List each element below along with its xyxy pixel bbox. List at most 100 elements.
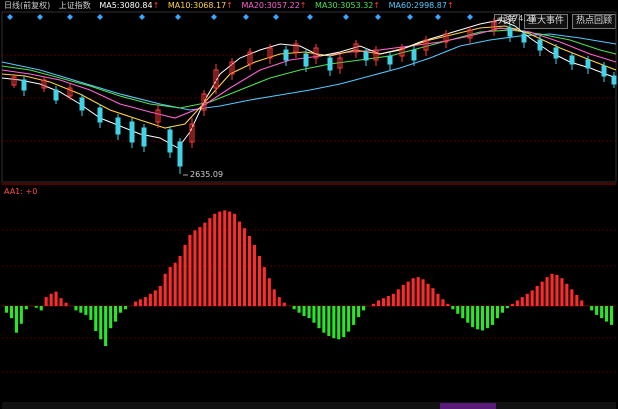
histogram-bar (545, 277, 549, 306)
histogram-bar (74, 306, 78, 311)
histogram-bar (381, 298, 385, 306)
histogram-bar (386, 296, 390, 306)
histogram-bar (337, 306, 341, 340)
histogram-bar (312, 306, 316, 323)
histogram-bar (347, 306, 351, 332)
indicator-name: AA1: +0 (4, 187, 38, 196)
histogram-bar (168, 267, 172, 306)
histogram-bar (406, 281, 410, 306)
selection-highlight[interactable] (440, 403, 496, 409)
histogram-bar (14, 306, 18, 333)
histogram-bar (262, 267, 266, 306)
histogram-bar (486, 306, 490, 329)
histogram-bar (491, 306, 495, 325)
histogram-bar (570, 289, 574, 306)
histogram-bar (565, 283, 569, 306)
histogram-bar (411, 278, 415, 306)
histogram-bar (99, 306, 103, 340)
histogram-bar (143, 297, 147, 306)
histogram-bar (391, 293, 395, 306)
event-marker-8 (243, 14, 249, 20)
histogram-bar (515, 300, 519, 306)
histogram-bar (605, 306, 609, 322)
event-marker-2 (37, 14, 43, 20)
histogram-bar (188, 234, 192, 306)
histogram-bar (595, 306, 599, 315)
histogram-bar (505, 306, 509, 309)
histogram-bar (292, 306, 296, 310)
histogram-bar (54, 291, 58, 306)
histogram-bar (124, 306, 128, 310)
event-marker-6 (175, 14, 181, 20)
event-marker-1 (7, 14, 13, 20)
event-marker-9 (273, 14, 279, 20)
aa1-histogram (4, 210, 614, 346)
histogram-bar (376, 300, 380, 306)
histogram-bar (163, 273, 167, 306)
histogram-bar (302, 306, 306, 316)
event-markers (7, 14, 473, 20)
low-price-label: 2635.09 (190, 170, 224, 179)
histogram-bar (4, 306, 8, 313)
histogram-bar (580, 300, 584, 306)
histogram-bar (451, 306, 455, 310)
histogram-bar (9, 306, 13, 319)
histogram-bar (332, 306, 336, 339)
histogram-bar (416, 277, 420, 306)
event-marker-5 (139, 14, 145, 20)
histogram-bar (44, 297, 48, 306)
histogram-bar (183, 244, 187, 306)
histogram-bar (317, 306, 321, 329)
histogram-bar (550, 273, 554, 306)
histogram-bar (456, 306, 460, 314)
histogram-bar (500, 306, 504, 313)
histogram-bar (520, 297, 524, 306)
histogram-bar (436, 293, 440, 306)
histogram-bar (362, 306, 366, 311)
histogram-bar (84, 306, 88, 315)
histogram-bar (198, 227, 202, 306)
histogram-bar (357, 306, 361, 318)
histogram-bar (243, 228, 247, 306)
indicator-grid (2, 229, 616, 373)
histogram-bar (223, 210, 227, 306)
histogram-bar (272, 289, 276, 306)
histogram-bar (441, 299, 445, 306)
histogram-bar (426, 283, 430, 306)
histogram-bar (510, 303, 514, 306)
histogram-bar (64, 302, 68, 306)
histogram-bar (396, 289, 400, 306)
event-marker-7 (211, 14, 217, 20)
histogram-bar (610, 306, 614, 325)
histogram-bar (213, 213, 217, 306)
event-marker-3 (67, 14, 73, 20)
histogram-bar (342, 306, 346, 338)
histogram-bar (238, 221, 242, 306)
histogram-bar (248, 236, 252, 306)
histogram-bar (525, 293, 529, 306)
histogram-bar (138, 299, 142, 306)
histogram-bar (153, 290, 157, 306)
histogram-bar (34, 306, 38, 308)
histogram-bar (560, 278, 564, 306)
histogram-bar (297, 306, 301, 313)
histogram-bar (471, 306, 475, 328)
histogram-bar (119, 306, 123, 313)
histogram-bar (431, 288, 435, 306)
histogram-bar (104, 306, 108, 346)
histogram-bar (193, 230, 197, 306)
histogram-bar (109, 306, 113, 329)
histogram-bar (59, 298, 63, 306)
histogram-bar (39, 306, 43, 311)
histogram-bar (590, 306, 594, 311)
high-price-label: 3174.27 (503, 14, 537, 23)
histogram-bar (94, 306, 98, 331)
histogram-bar (277, 297, 281, 306)
event-marker-10 (307, 14, 313, 20)
histogram-bar (252, 244, 256, 306)
event-marker-14 (435, 14, 441, 20)
histogram-bar (600, 306, 604, 319)
histogram-bar (267, 278, 271, 306)
histogram-bar (495, 306, 499, 319)
histogram-bar (228, 211, 232, 306)
